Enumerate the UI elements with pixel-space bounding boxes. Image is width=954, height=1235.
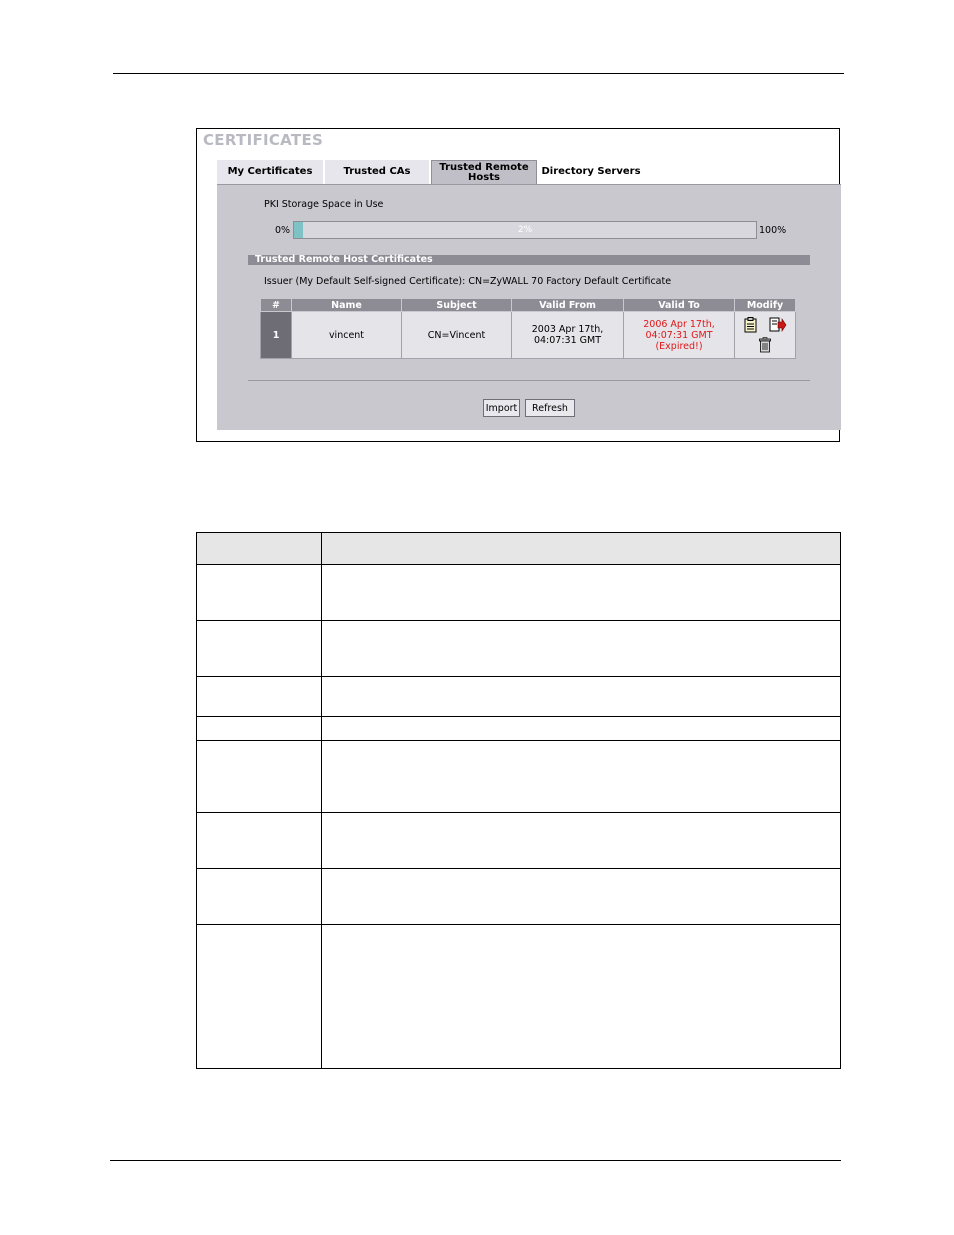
section-header: Trusted Remote Host Certificates bbox=[248, 255, 810, 265]
desc-header-cell-1 bbox=[196, 532, 322, 565]
content-panel: PKI Storage Space in Use 0% 2% 100% Trus… bbox=[217, 184, 841, 430]
col-subject-header: Subject bbox=[401, 298, 512, 312]
row-valid-from: 2003 Apr 17th, 04:07:31 GMT bbox=[511, 311, 624, 359]
desc-header-cell-2 bbox=[321, 532, 841, 565]
tab-trusted-remote-hosts[interactable]: Trusted Remote Hosts bbox=[431, 160, 537, 184]
row-subject: CN=Vincent bbox=[401, 311, 512, 359]
tab-trusted-cas[interactable]: Trusted CAs bbox=[325, 160, 429, 184]
col-modify-header: Modify bbox=[734, 298, 796, 312]
desc-row bbox=[196, 564, 841, 621]
row-valid-to: 2006 Apr 17th, 04:07:31 GMT (Expired!) bbox=[623, 311, 735, 359]
col-valid-to-header: Valid To bbox=[623, 298, 735, 312]
col-index-header: # bbox=[260, 298, 292, 312]
description-table bbox=[196, 532, 841, 1069]
desc-row bbox=[196, 924, 841, 1069]
row-modify bbox=[734, 311, 796, 359]
table-row: 1 vincent CN=Vincent 2003 Apr 17th, 04:0… bbox=[260, 311, 796, 359]
certificates-table: # Name Subject Valid From Valid To Modif… bbox=[260, 298, 796, 359]
tab-directory-servers[interactable]: Directory Servers bbox=[537, 160, 645, 184]
desc-row bbox=[196, 812, 841, 869]
desc-row bbox=[196, 740, 841, 813]
valid-to-time: 04:07:31 GMT bbox=[645, 329, 713, 341]
pki-storage-progress-bar: 2% bbox=[293, 221, 757, 239]
desc-row bbox=[196, 868, 841, 925]
desc-row bbox=[196, 716, 841, 741]
row-name: vincent bbox=[291, 311, 402, 359]
refresh-button[interactable]: Refresh bbox=[525, 399, 575, 417]
tab-my-certificates[interactable]: My Certificates bbox=[217, 160, 323, 184]
valid-from-date: 2003 Apr 17th, bbox=[531, 324, 604, 335]
issuer-text: Issuer (My Default Self-signed Certifica… bbox=[264, 276, 672, 287]
details-icon[interactable] bbox=[743, 317, 759, 333]
desc-row bbox=[196, 676, 841, 717]
progress-min-label: 0% bbox=[275, 225, 291, 236]
footer-rule bbox=[110, 1160, 841, 1161]
valid-to-date: 2006 Apr 17th, bbox=[643, 318, 715, 330]
desc-row bbox=[196, 620, 841, 677]
pki-storage-label: PKI Storage Space in Use bbox=[264, 199, 384, 210]
row-index: 1 bbox=[260, 311, 292, 359]
progress-value: 2% bbox=[517, 225, 533, 235]
header-rule bbox=[113, 73, 844, 74]
progress-max-label: 100% bbox=[759, 225, 787, 236]
delete-icon[interactable] bbox=[758, 337, 772, 353]
col-name-header: Name bbox=[291, 298, 402, 312]
table-header-row: # Name Subject Valid From Valid To Modif… bbox=[260, 298, 796, 312]
page-title: CERTIFICATES bbox=[203, 131, 324, 149]
panel-divider bbox=[248, 380, 810, 381]
valid-from-time: 04:07:31 GMT bbox=[533, 335, 602, 346]
certificates-screenshot: CERTIFICATES My Certificates Trusted CAs… bbox=[196, 128, 841, 442]
expired-status: (Expired!) bbox=[655, 340, 703, 352]
col-valid-from-header: Valid From bbox=[511, 298, 624, 312]
desc-header-row bbox=[196, 532, 841, 565]
import-button[interactable]: Import bbox=[483, 399, 520, 417]
export-icon[interactable] bbox=[769, 317, 787, 333]
